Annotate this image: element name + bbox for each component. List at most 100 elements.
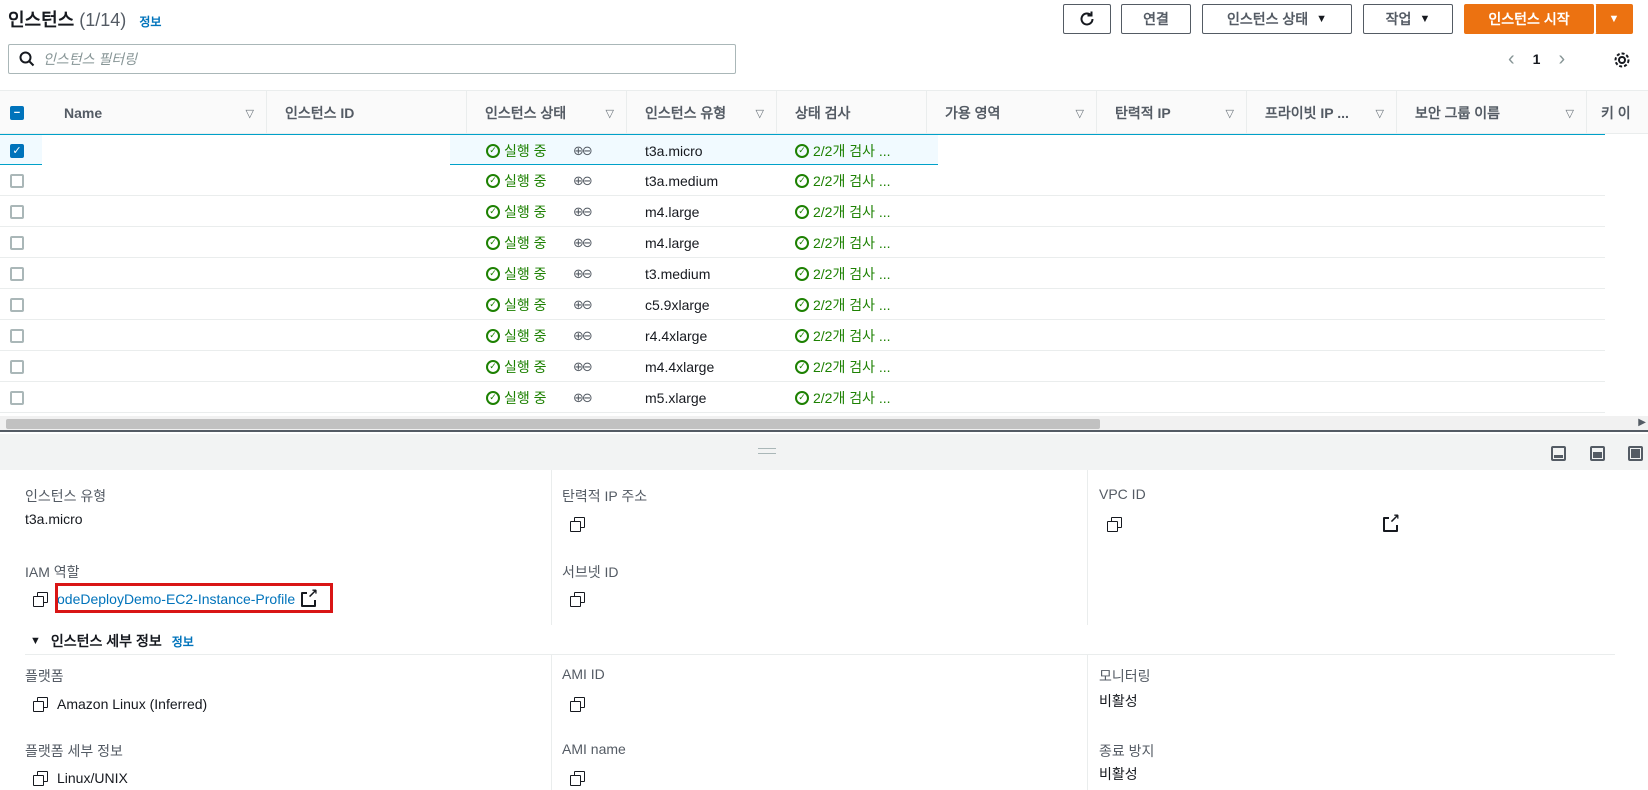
- table-row[interactable]: ✓ 실행 중 ⊕ ⊖ m4.large ✓ 2/2개 검사 ...: [0, 196, 1606, 227]
- zoom-icons[interactable]: ⊕ ⊖: [573, 289, 593, 320]
- zoom-out-icon[interactable]: ⊖: [582, 266, 593, 282]
- column-instance-state[interactable]: 인스턴스 상태 ▽: [466, 91, 626, 135]
- table-row[interactable]: ✓ 실행 중 ⊕ ⊖ r4.4xlarge ✓ 2/2개 검사 ...: [0, 320, 1606, 351]
- row-checkbox[interactable]: [10, 359, 24, 374]
- zoom-icons[interactable]: ⊕ ⊖: [573, 351, 593, 382]
- caret-down-icon: ▼: [30, 635, 41, 647]
- iam-role-label: IAM 역할: [25, 564, 80, 580]
- launch-options-dropdown[interactable]: ▼: [1595, 4, 1633, 34]
- status-check-cell: ✓ 2/2개 검사 ...: [795, 227, 891, 258]
- launch-instance-button[interactable]: 인스턴스 시작: [1464, 4, 1594, 34]
- column-availability-zone[interactable]: 가용 영역 ▽: [926, 91, 1096, 135]
- zoom-in-icon[interactable]: ⊕: [573, 266, 584, 282]
- zoom-out-icon[interactable]: ⊖: [582, 143, 593, 159]
- scrollbar-thumb[interactable]: [6, 419, 1100, 429]
- row-checkbox[interactable]: [10, 328, 24, 343]
- copy-icon[interactable]: [33, 771, 48, 786]
- info-link[interactable]: 정보: [139, 15, 161, 29]
- connect-button[interactable]: 연결: [1121, 4, 1191, 34]
- panel-full-icon[interactable]: [1628, 446, 1643, 461]
- scroll-right-icon[interactable]: ▶: [1638, 417, 1646, 428]
- resize-handle-icon[interactable]: [758, 448, 776, 454]
- copy-icon[interactable]: [33, 592, 48, 607]
- zoom-icons[interactable]: ⊕ ⊖: [573, 227, 593, 258]
- instance-state-cell: ✓ 실행 중: [486, 382, 547, 413]
- zoom-in-icon[interactable]: ⊕: [573, 173, 584, 189]
- zoom-out-icon[interactable]: ⊖: [582, 359, 593, 375]
- vpc-id-external-link[interactable]: [1383, 512, 1400, 532]
- zoom-out-icon[interactable]: ⊖: [582, 328, 593, 344]
- zoom-icons[interactable]: ⊕ ⊖: [573, 382, 593, 413]
- settings-gear-icon[interactable]: [1613, 51, 1631, 69]
- status-check-text: 2/2개 검사 ...: [813, 389, 891, 406]
- zoom-in-icon[interactable]: ⊕: [573, 143, 584, 159]
- actions-label: 작업: [1385, 11, 1412, 27]
- zoom-out-icon[interactable]: ⊖: [582, 390, 593, 406]
- row-checkbox[interactable]: [10, 204, 24, 219]
- prev-page-icon[interactable]: ‹: [1508, 48, 1515, 71]
- horizontal-scrollbar[interactable]: ▶: [0, 416, 1648, 432]
- redacted-area: [938, 351, 1606, 381]
- zoom-icons[interactable]: ⊕ ⊖: [573, 135, 593, 166]
- column-status-check[interactable]: 상태 검사: [776, 91, 926, 135]
- monitoring-label: 모니터링: [1099, 668, 1151, 684]
- refresh-button[interactable]: [1063, 4, 1111, 34]
- zoom-in-icon[interactable]: ⊕: [573, 359, 584, 375]
- copy-icon[interactable]: [1107, 517, 1122, 532]
- check-circle-icon: ✓: [795, 359, 809, 374]
- status-check-cell: ✓ 2/2개 검사 ...: [795, 351, 891, 382]
- select-all-checkbox[interactable]: −: [10, 106, 24, 120]
- status-check-text: 2/2개 검사 ...: [813, 142, 891, 159]
- instance-state-dropdown[interactable]: 인스턴스 상태 ▼: [1202, 4, 1352, 34]
- copy-icon[interactable]: [570, 517, 585, 532]
- row-checkbox[interactable]: [10, 173, 24, 188]
- zoom-icons[interactable]: ⊕ ⊖: [573, 196, 593, 227]
- zoom-icons[interactable]: ⊕ ⊖: [573, 165, 593, 196]
- panel-bottom-icon[interactable]: [1551, 446, 1566, 461]
- zoom-out-icon[interactable]: ⊖: [582, 235, 593, 251]
- table-row[interactable]: ✓ 실행 중 ⊕ ⊖ t3.medium ✓ 2/2개 검사 ...: [0, 258, 1606, 289]
- row-checkbox[interactable]: [10, 297, 24, 312]
- column-elastic-ip[interactable]: 탄력적 IP ▽: [1096, 91, 1246, 135]
- column-key-name[interactable]: 키 이: [1586, 91, 1648, 135]
- zoom-out-icon[interactable]: ⊖: [582, 297, 593, 313]
- table-row[interactable]: ✓ ✓ 실행 중 ⊕ ⊖ t3a.micro ✓ 2/2개 검사 ...: [0, 134, 1606, 166]
- zoom-icons[interactable]: ⊕ ⊖: [573, 258, 593, 289]
- column-instance-id[interactable]: 인스턴스 ID: [266, 91, 466, 135]
- table-row[interactable]: ✓ 실행 중 ⊕ ⊖ m5.xlarge ✓ 2/2개 검사 ...: [0, 382, 1606, 413]
- section-info-link[interactable]: 정보: [172, 633, 194, 650]
- column-security-group[interactable]: 보안 그룹 이름 ▽: [1396, 91, 1586, 135]
- table-row[interactable]: ✓ 실행 중 ⊕ ⊖ t3a.medium ✓ 2/2개 검사 ...: [0, 165, 1606, 196]
- copy-icon[interactable]: [33, 697, 48, 712]
- copy-icon[interactable]: [570, 771, 585, 786]
- column-private-ip[interactable]: 프라이빗 IP ... ▽: [1246, 91, 1396, 135]
- zoom-in-icon[interactable]: ⊕: [573, 204, 584, 220]
- zoom-in-icon[interactable]: ⊕: [573, 297, 584, 313]
- panel-side-icon[interactable]: [1590, 446, 1605, 461]
- next-page-icon[interactable]: ›: [1558, 48, 1565, 71]
- search-input[interactable]: 인스턴스 필터링: [8, 44, 736, 74]
- column-instance-type[interactable]: 인스턴스 유형 ▽: [626, 91, 776, 135]
- instance-details-section-toggle[interactable]: ▼ 인스턴스 세부 정보 정보: [30, 631, 194, 651]
- zoom-in-icon[interactable]: ⊕: [573, 328, 584, 344]
- ami-name-value: [570, 771, 585, 786]
- copy-icon[interactable]: [570, 592, 585, 607]
- zoom-out-icon[interactable]: ⊖: [582, 173, 593, 189]
- table-row[interactable]: ✓ 실행 중 ⊕ ⊖ m4.large ✓ 2/2개 검사 ...: [0, 227, 1606, 258]
- actions-dropdown[interactable]: 작업 ▼: [1363, 4, 1453, 34]
- column-name[interactable]: Name ▽: [42, 91, 266, 135]
- table-row[interactable]: ✓ 실행 중 ⊕ ⊖ m4.4xlarge ✓ 2/2개 검사 ...: [0, 351, 1606, 382]
- redacted-area: [938, 227, 1606, 257]
- row-checkbox[interactable]: [10, 390, 24, 405]
- zoom-in-icon[interactable]: ⊕: [573, 390, 584, 406]
- row-checkbox[interactable]: [10, 266, 24, 281]
- page-number[interactable]: 1: [1533, 51, 1541, 67]
- copy-icon[interactable]: [570, 697, 585, 712]
- zoom-icons[interactable]: ⊕ ⊖: [573, 320, 593, 351]
- table-row[interactable]: ✓ 실행 중 ⊕ ⊖ c5.9xlarge ✓ 2/2개 검사 ...: [0, 289, 1606, 320]
- row-checkbox[interactable]: ✓: [10, 143, 24, 158]
- zoom-in-icon[interactable]: ⊕: [573, 235, 584, 251]
- row-checkbox-cell: [10, 351, 24, 382]
- row-checkbox[interactable]: [10, 235, 24, 250]
- zoom-out-icon[interactable]: ⊖: [582, 204, 593, 220]
